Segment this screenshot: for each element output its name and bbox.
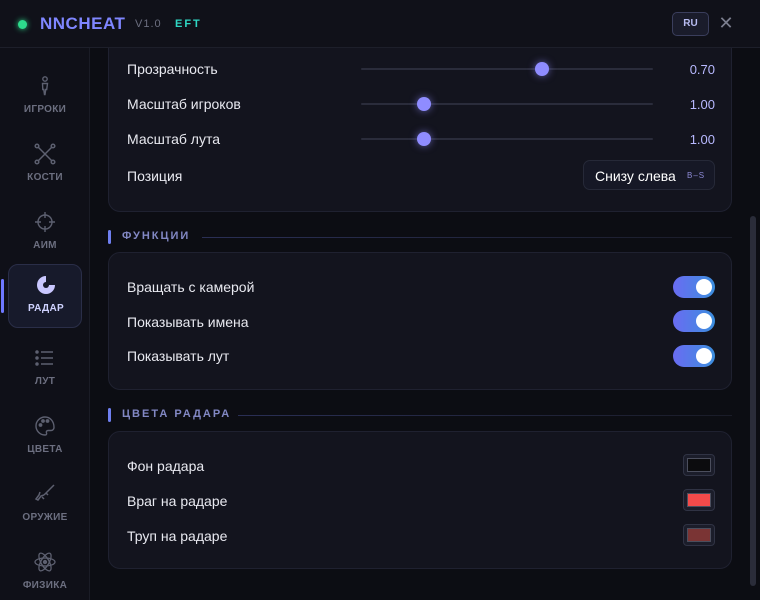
sidebar: ИГРОКИ КОСТИ АИМ РАДАР ЛУТ ЦВЕТА ОРУЖИЕ … [0, 48, 90, 600]
sidebar-item-weapons[interactable]: ОРУЖИЕ [8, 474, 82, 538]
enemy-color-picker[interactable] [683, 489, 715, 511]
loot-scale-slider[interactable] [361, 138, 653, 140]
sidebar-item-bones[interactable]: КОСТИ [8, 134, 82, 198]
show-names-toggle[interactable] [673, 310, 715, 332]
section-accent [108, 408, 111, 422]
sidebar-item-loot[interactable]: ЛУТ [8, 338, 82, 402]
status-indicator [18, 20, 27, 29]
show-loot-toggle[interactable] [673, 345, 715, 367]
sidebar-item-radar[interactable]: РАДАР [1, 264, 82, 328]
background-color-picker[interactable] [683, 454, 715, 476]
slider-label-loot-scale: Масштаб лута [127, 131, 220, 147]
position-select-hint: B–S [687, 171, 706, 180]
palette-icon [35, 416, 55, 436]
color-swatch [687, 493, 711, 507]
crosshair-icon [35, 212, 55, 232]
app-title: NNCHEAT [40, 14, 126, 33]
scrollbar-thumb[interactable] [750, 216, 756, 586]
section-title: ФУНКЦИИ [122, 230, 191, 242]
title-bar: NNCHEAT V1.0 EFT RU ✕ [0, 0, 760, 48]
toggle-label-rotate: Вращать с камерой [127, 279, 255, 295]
color-swatch [687, 458, 711, 472]
position-select[interactable]: Снизу слева B–S [583, 160, 715, 190]
section-header-functions: ФУНКЦИИ [108, 229, 732, 245]
rifle-icon [34, 484, 55, 501]
list-icon [35, 350, 53, 366]
toggle-label-loot: Показывать лут [127, 348, 230, 364]
functions-card: Вращать с камерой Показывать имена Показ… [108, 252, 732, 390]
position-select-value: Снизу слева [595, 168, 676, 184]
sidebar-item-label: ЛУТ [34, 376, 56, 387]
slider-value: 1.00 [689, 132, 715, 147]
toggle-knob [696, 348, 712, 364]
slider-label-player-scale: Масштаб игроков [127, 96, 241, 112]
sidebar-item-label: ФИЗИКА [22, 580, 68, 591]
sidebar-item-players[interactable]: ИГРОКИ [8, 66, 82, 130]
radar-icon [37, 276, 55, 294]
rotate-with-camera-toggle[interactable] [673, 276, 715, 298]
color-label-background: Фон радара [127, 458, 205, 474]
sidebar-item-label: ЦВЕТА [27, 444, 63, 455]
sidebar-item-label: ОРУЖИЕ [22, 512, 68, 523]
toggle-knob [696, 279, 712, 295]
slider-value: 0.70 [689, 62, 715, 77]
sidebar-item-aim[interactable]: АИМ [8, 202, 82, 266]
radar-settings-card: Прозрачность 0.70 Масштаб игроков 1.00 М… [108, 48, 732, 212]
language-button[interactable]: RU [672, 12, 709, 36]
section-divider [202, 237, 732, 238]
section-title: ЦВЕТА РАДАРА [122, 408, 232, 420]
color-swatch [687, 528, 711, 542]
slider-thumb[interactable] [535, 62, 549, 76]
close-button[interactable]: ✕ [717, 14, 735, 32]
slider-thumb[interactable] [417, 97, 431, 111]
slider-label-opacity: Прозрачность [127, 61, 218, 77]
sidebar-item-label: АИМ [33, 240, 57, 251]
player-scale-slider[interactable] [361, 103, 653, 105]
corpse-color-picker[interactable] [683, 524, 715, 546]
game-tag: EFT [175, 18, 202, 30]
slider-thumb[interactable] [417, 132, 431, 146]
opacity-slider[interactable] [361, 68, 653, 70]
sidebar-item-physics[interactable]: ФИЗИКА [8, 542, 82, 600]
section-divider [238, 415, 732, 416]
sidebar-item-label: ИГРОКИ [23, 104, 67, 115]
radar-colors-card: Фон радара Враг на радаре Труп на радаре [108, 431, 732, 569]
section-header-radar-colors: ЦВЕТА РАДАРА [108, 407, 732, 423]
bones-icon [34, 143, 56, 165]
slider-value: 1.00 [689, 97, 715, 112]
atom-icon [34, 552, 56, 572]
color-label-corpse: Труп на радаре [127, 528, 228, 544]
toggle-knob [696, 313, 712, 329]
sidebar-item-label: РАДАР [28, 303, 64, 314]
person-icon [41, 76, 49, 96]
toggle-label-names: Показывать имена [127, 314, 249, 330]
main-content: Прозрачность 0.70 Масштаб игроков 1.00 М… [90, 48, 760, 600]
sidebar-item-colors[interactable]: ЦВЕТА [8, 406, 82, 470]
section-accent [108, 230, 111, 244]
position-label: Позиция [127, 168, 183, 184]
sidebar-item-label: КОСТИ [27, 172, 63, 183]
app-version: V1.0 [135, 18, 162, 30]
color-label-enemy: Враг на радаре [127, 493, 228, 509]
